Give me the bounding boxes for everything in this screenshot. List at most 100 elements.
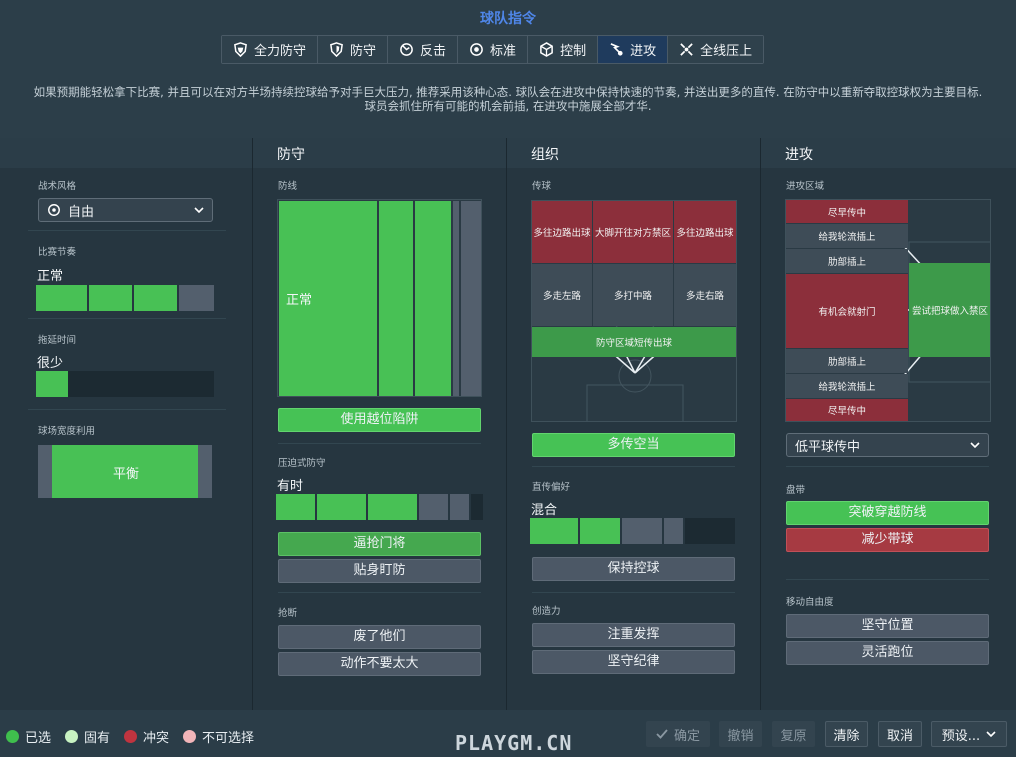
tab-very-defensive[interactable]: 全力防守 [222,36,319,63]
be-disciplined-button[interactable]: 坚守纪律 [532,650,735,674]
width-label: 球场宽度利用 [38,426,96,437]
dribble-more-button[interactable]: 突破穿越防线 [786,501,989,525]
mentality-selector: 全力防守 防守 反击 标准 控制 进攻 全线压上 [221,35,765,64]
pressing-label: 压迫式防守 [278,458,326,469]
time-wasting-label: 拖延时间 [38,335,77,346]
dribble-less-button[interactable]: 减少带球 [786,528,989,552]
attack-cell[interactable]: 尽早传中 [786,200,908,223]
pass-cell[interactable]: 多往边路出球 [674,201,736,263]
tab-defensive[interactable]: 防守 [318,36,389,63]
pressing-slider[interactable] [276,494,483,520]
balanced-icon [470,43,483,56]
time-wasting-value: 很少 [37,356,64,371]
crossing-value: 低平球传中 [795,439,861,455]
confirm-button[interactable]: 确定 [646,721,710,747]
pass-cell[interactable]: 多走左路 [532,264,592,326]
crossing-dropdown[interactable]: 低平球传中 [786,433,989,457]
defensive-line-label: 防线 [278,181,298,192]
pass-cell[interactable]: 大脚开往对方禁区 [593,201,673,263]
attack-cell[interactable]: 给我轮流插上 [786,374,908,398]
watermark: PLAYGM.CN [455,731,573,755]
mentality-description: 如果预期能轻松拿下比赛, 并且可以在对方半场持续控球给予对手巨大压力, 推荐采用… [33,85,983,113]
style-dropdown[interactable]: 自由 [38,198,213,222]
tab-label: 防守 [350,44,377,59]
attack-header: 进攻 [761,138,1016,168]
counter-icon [400,43,413,56]
width-value: 平衡 [113,467,140,482]
tab-label: 反击 [420,44,447,59]
pass-into-space-button[interactable]: 多传空当 [532,433,735,457]
pink-dot-icon [183,730,196,743]
defense-header: 防守 [253,138,506,168]
attack-cell[interactable]: 有机会就射门 [786,274,908,348]
check-icon [656,729,668,739]
style-value: 自由 [68,204,95,220]
attack-icon [610,43,623,56]
roam-button[interactable]: 灵活跑位 [786,641,989,665]
tempo-label: 比赛节奏 [38,247,77,258]
pass-cell[interactable]: 多往边路出球 [532,201,592,263]
attack-cell[interactable]: 尝试把球做入禁区 [909,263,990,357]
attack-cell[interactable]: 尽早传中 [786,399,908,421]
overload-icon [680,43,693,56]
tab-control[interactable]: 控制 [528,36,599,63]
attack-cell[interactable]: 肋部插上 [786,249,908,273]
fluid-icon [48,204,60,216]
tab-label: 标准 [490,44,517,59]
attack-cell[interactable]: 肋部插上 [786,349,908,373]
green-dot-icon [6,730,19,743]
tackling-label: 抢断 [278,608,298,619]
passing-pitch: 多往边路出球 大脚开往对方禁区 多往边路出球 多走左路 多打中路 多走右路 防守… [531,200,737,422]
hold-position-button[interactable]: 坚守位置 [786,614,989,638]
pressing-value: 有时 [277,479,304,494]
be-expressive-button[interactable]: 注重发挥 [532,623,735,647]
chevron-down-icon [970,442,980,449]
tab-label: 控制 [560,44,587,59]
cancel-button[interactable]: 取消 [878,721,922,747]
defensive-line-selector[interactable]: 正常 [277,199,482,397]
pass-cell[interactable]: 多打中路 [593,264,673,326]
get-stuck-in-button[interactable]: 废了他们 [278,625,481,649]
cube-icon [540,42,553,57]
shield-full-icon [234,42,247,57]
tab-balanced[interactable]: 标准 [458,36,529,63]
tab-counter[interactable]: 反击 [388,36,459,63]
preset-dropdown[interactable]: 预设... [931,721,1007,747]
tempo-slider[interactable] [36,285,214,311]
creative-freedom-label: 移动自由度 [786,597,834,608]
legend-conflict: 冲突 [124,727,169,746]
directness-value: 混合 [531,503,558,518]
attack-cell[interactable]: 给我轮流插上 [786,224,908,248]
tempo-value: 正常 [37,269,64,284]
undo-button[interactable]: 撤销 [719,721,762,747]
shield-icon [330,42,343,57]
creativity-label: 创造力 [532,606,561,617]
light-green-dot-icon [65,730,78,743]
tab-label: 进攻 [630,44,657,59]
passing-label: 传球 [532,181,552,192]
offside-trap-button[interactable]: 使用越位陷阱 [278,408,481,432]
legend-inherent: 固有 [65,727,110,746]
tight-marking-button[interactable]: 贴身盯防 [278,559,481,583]
red-dot-icon [124,730,137,743]
dribbling-label: 盘带 [786,485,806,496]
directness-label: 直传偏好 [532,482,571,493]
press-keeper-button[interactable]: 逼抢门将 [278,532,481,556]
clear-button[interactable]: 清除 [825,721,868,747]
tab-attacking[interactable]: 进攻 [598,36,669,63]
redo-button[interactable]: 复原 [772,721,815,747]
build-header: 组织 [507,138,760,168]
pass-cell[interactable]: 多走右路 [674,264,736,326]
legend-unavailable: 不可选择 [183,727,254,746]
directness-slider[interactable] [530,518,737,544]
tab-label: 全力防守 [254,44,307,59]
legend-selected: 已选 [6,727,51,746]
retain-possession-button[interactable]: 保持控球 [532,557,735,581]
chevron-down-icon [194,207,204,214]
pass-cell[interactable]: 防守区域短传出球 [532,327,736,357]
stay-on-feet-button[interactable]: 动作不要太大 [278,652,481,676]
tab-very-attacking[interactable]: 全线压上 [668,36,764,63]
attacking-zone-label: 进攻区域 [786,181,825,192]
time-wasting-slider[interactable] [36,371,214,397]
defensive-line-value: 正常 [286,293,313,308]
